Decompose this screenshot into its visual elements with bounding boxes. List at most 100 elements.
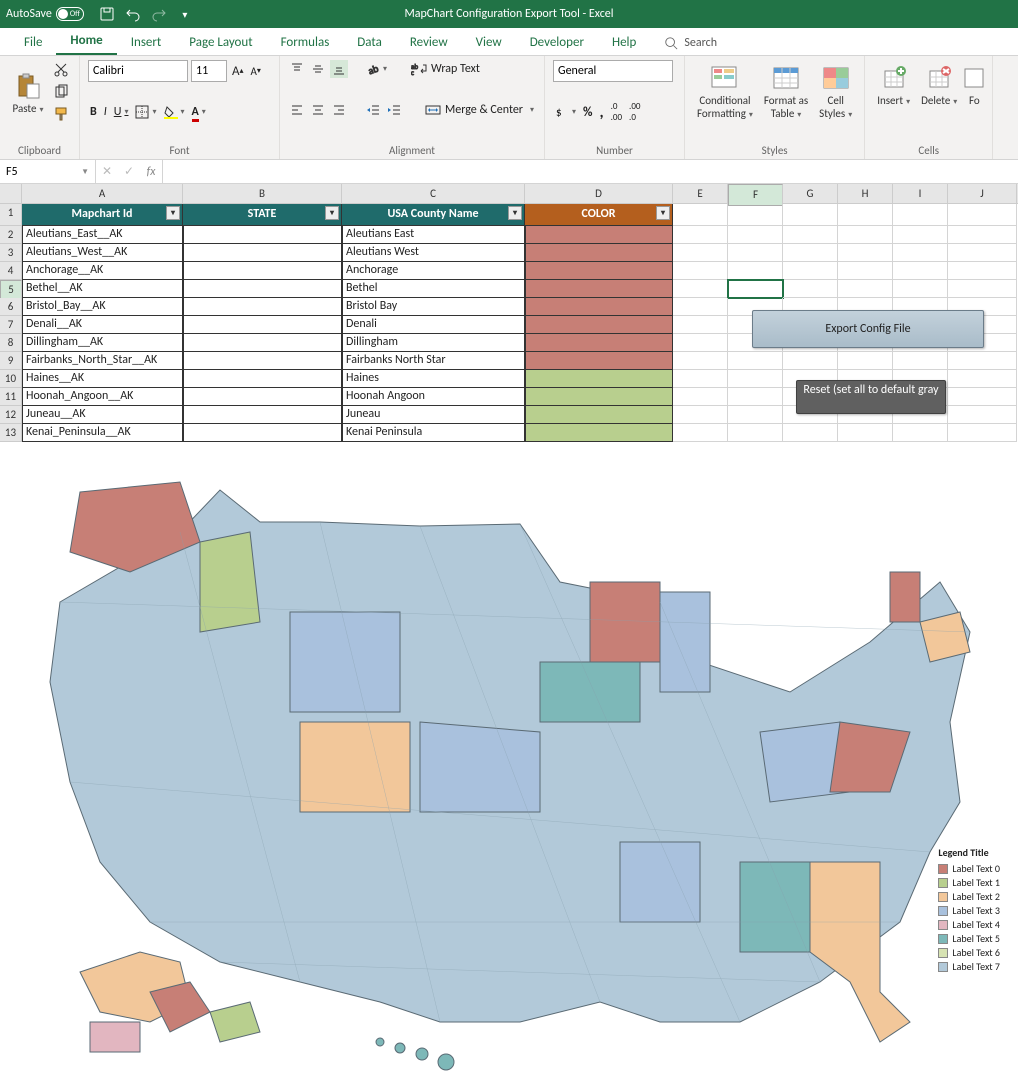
cell-mapchart-id[interactable]: Denali__AK xyxy=(22,316,183,334)
tab-insert[interactable]: Insert xyxy=(117,30,176,55)
conditional-formatting-button[interactable]: Conditional Formatting xyxy=(693,60,757,122)
cell-J11[interactable] xyxy=(948,388,1017,406)
undo-icon[interactable] xyxy=(122,3,144,25)
cell-county[interactable]: Juneau xyxy=(342,406,525,424)
cell-color[interactable] xyxy=(525,352,673,370)
cell-G13[interactable] xyxy=(783,424,838,442)
cell-county[interactable]: Hoonah Angoon xyxy=(342,388,525,406)
cell-E8[interactable] xyxy=(673,334,728,352)
cell-F4[interactable] xyxy=(728,262,783,280)
cell-mapchart-id[interactable]: Kenai_Peninsula__AK xyxy=(22,424,183,442)
cell-E10[interactable] xyxy=(673,370,728,388)
cell-county[interactable]: Bristol Bay xyxy=(342,298,525,316)
align-right-button[interactable] xyxy=(330,101,348,119)
column-header-E[interactable]: E xyxy=(673,184,728,203)
align-middle-button[interactable] xyxy=(309,60,327,78)
column-header-C[interactable]: C xyxy=(342,184,525,203)
merge-center-button[interactable]: Merge & Center xyxy=(423,101,536,119)
cell-E4[interactable] xyxy=(673,262,728,280)
number-format-select[interactable] xyxy=(553,60,673,82)
cell-F13[interactable] xyxy=(728,424,783,442)
bold-button[interactable]: B xyxy=(88,103,99,121)
cell-county[interactable]: Aleutians East xyxy=(342,226,525,244)
filter-button[interactable]: ▾ xyxy=(166,206,180,220)
cell-mapchart-id[interactable]: Bethel__AK xyxy=(22,280,183,298)
row-header-13[interactable]: 13 xyxy=(0,424,22,442)
cell-color[interactable] xyxy=(525,244,673,262)
copy-button[interactable] xyxy=(51,82,71,102)
cell-state[interactable] xyxy=(183,280,342,298)
row-header-12[interactable]: 12 xyxy=(0,406,22,424)
row-header-11[interactable]: 11 xyxy=(0,388,22,406)
cell-E7[interactable] xyxy=(673,316,728,334)
fx-icon[interactable]: fx xyxy=(140,165,162,179)
align-center-button[interactable] xyxy=(309,101,327,119)
cell-F12[interactable] xyxy=(728,406,783,424)
name-box-input[interactable] xyxy=(6,165,81,179)
column-header-B[interactable]: B xyxy=(183,184,342,203)
cell-E11[interactable] xyxy=(673,388,728,406)
cell-H1[interactable] xyxy=(838,204,893,226)
column-header-H[interactable]: H xyxy=(838,184,893,203)
orientation-button[interactable]: ab xyxy=(364,60,389,78)
italic-button[interactable]: I xyxy=(102,103,109,121)
cell-G4[interactable] xyxy=(783,262,838,280)
cell-E12[interactable] xyxy=(673,406,728,424)
wrap-text-button[interactable]: abc Wrap Text xyxy=(409,60,482,78)
format-cells-button[interactable]: Fo xyxy=(964,60,984,109)
increase-decimal-button[interactable]: .0.00 xyxy=(609,99,624,125)
cell-J12[interactable] xyxy=(948,406,1017,424)
cell-state[interactable] xyxy=(183,424,342,442)
align-bottom-button[interactable] xyxy=(330,60,348,78)
cell-J9[interactable] xyxy=(948,352,1017,370)
cell-styles-button[interactable]: Cell Styles xyxy=(815,60,856,122)
cell-I3[interactable] xyxy=(893,244,948,262)
percent-format-button[interactable]: % xyxy=(581,103,594,122)
cell-J5[interactable] xyxy=(948,280,1017,298)
row-header-2[interactable]: 2 xyxy=(0,226,22,244)
table-header-a[interactable]: Mapchart Id▾ xyxy=(22,204,183,226)
format-painter-button[interactable] xyxy=(51,104,71,124)
cell-mapchart-id[interactable]: Aleutians_West__AK xyxy=(22,244,183,262)
cell-J13[interactable] xyxy=(948,424,1017,442)
cell-H3[interactable] xyxy=(838,244,893,262)
table-header-b[interactable]: STATE▾ xyxy=(183,204,342,226)
tab-view[interactable]: View xyxy=(462,30,516,55)
cell-state[interactable] xyxy=(183,388,342,406)
fill-color-button[interactable] xyxy=(162,103,187,121)
cell-F5[interactable] xyxy=(728,280,783,298)
export-config-button[interactable]: Export Config File xyxy=(752,310,984,348)
cell-color[interactable] xyxy=(525,370,673,388)
column-header-I[interactable]: I xyxy=(893,184,948,203)
cell-mapchart-id[interactable]: Hoonah_Angoon__AK xyxy=(22,388,183,406)
row-header-8[interactable]: 8 xyxy=(0,334,22,352)
tell-me-search[interactable]: Search xyxy=(650,31,731,55)
cell-E1[interactable] xyxy=(673,204,728,226)
cell-color[interactable] xyxy=(525,226,673,244)
cell-G5[interactable] xyxy=(783,280,838,298)
save-icon[interactable] xyxy=(96,3,118,25)
cell-E6[interactable] xyxy=(673,298,728,316)
align-top-button[interactable] xyxy=(288,60,306,78)
name-box[interactable]: ▼ xyxy=(0,160,96,183)
cell-H5[interactable] xyxy=(838,280,893,298)
cancel-formula-icon[interactable]: ✕ xyxy=(96,164,118,179)
customize-qat-icon[interactable]: ▾ xyxy=(174,3,196,25)
cell-J3[interactable] xyxy=(948,244,1017,262)
borders-button[interactable] xyxy=(133,103,158,121)
cell-county[interactable]: Dillingham xyxy=(342,334,525,352)
cell-state[interactable] xyxy=(183,262,342,280)
cell-county[interactable]: Fairbanks North Star xyxy=(342,352,525,370)
filter-button[interactable]: ▾ xyxy=(508,206,522,220)
paste-button[interactable]: Paste xyxy=(8,68,48,117)
autosave-toggle[interactable]: AutoSave Off xyxy=(6,7,84,21)
tab-review[interactable]: Review xyxy=(396,30,462,55)
cell-color[interactable] xyxy=(525,316,673,334)
column-header-J[interactable]: J xyxy=(948,184,1017,203)
cell-mapchart-id[interactable]: Anchorage__AK xyxy=(22,262,183,280)
redo-icon[interactable] xyxy=(148,3,170,25)
cell-E3[interactable] xyxy=(673,244,728,262)
cell-state[interactable] xyxy=(183,406,342,424)
cell-F1[interactable] xyxy=(728,204,783,226)
cell-G3[interactable] xyxy=(783,244,838,262)
